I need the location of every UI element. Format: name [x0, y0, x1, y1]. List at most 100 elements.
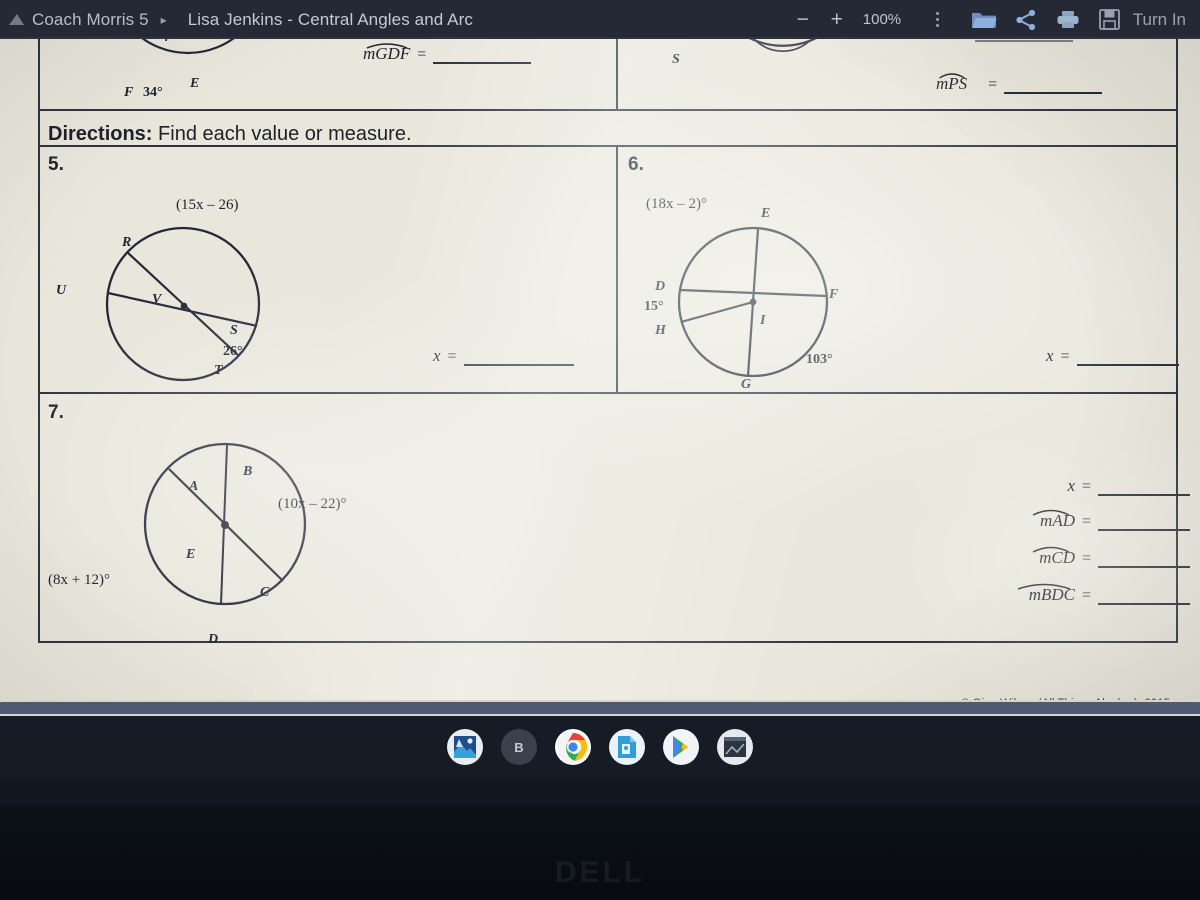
point-label-S: S: [230, 323, 238, 338]
pear-deck-icon[interactable]: [609, 729, 645, 765]
answer-label-mAD: mAD: [963, 509, 1075, 531]
folder-open-icon[interactable]: [963, 3, 1005, 37]
answer-label-mCD: mCD: [963, 546, 1075, 568]
save-icon[interactable]: [1089, 3, 1131, 37]
table-border-mid: [616, 147, 618, 392]
point-label-E: E: [761, 206, 771, 221]
answer-blank-mPS[interactable]: [1004, 80, 1103, 94]
answer-row-mCD: mCD =: [963, 546, 1191, 568]
point-label-R: R: [122, 235, 132, 250]
table-border-row3: [38, 392, 1178, 394]
point-label-V-center: V: [152, 292, 162, 307]
directions-row: Directions: Find each value or measure.: [48, 123, 412, 146]
problem-number-6: 6.: [628, 154, 644, 175]
kebab-menu-icon[interactable]: [923, 4, 953, 36]
angle-label-26: 26°: [223, 344, 243, 359]
point-label-S-top: S: [672, 52, 680, 67]
answer-row-x-problem-6: x =: [1046, 346, 1179, 366]
circle-diagram-problem-5: [105, 226, 261, 382]
turn-in-label: Turn In: [1132, 9, 1186, 29]
answer-row-mAD: mAD =: [963, 509, 1191, 531]
answer-blank-mSR[interactable]: [975, 39, 1074, 42]
arc-overbar-icon: [366, 43, 408, 49]
worksheet-sheet: F 34° E S mGDF = m SR mPS: [38, 39, 1191, 700]
equals-sign: =: [417, 45, 427, 63]
turn-in-button[interactable]: Turn In: [1133, 10, 1186, 30]
answer-label-mSR: m SR: [933, 39, 968, 42]
window-app-icon[interactable]: [717, 729, 753, 765]
answer-blank-mBDC[interactable]: [1098, 591, 1191, 605]
answer-blank-mGDF[interactable]: [433, 50, 532, 64]
answer-blank-mCD[interactable]: [1098, 554, 1191, 568]
zoom-level-label: 100%: [862, 11, 902, 28]
chevron-right-icon[interactable]: ▸: [161, 14, 167, 26]
horizontal-scrollbar-thumb[interactable]: [0, 702, 1200, 714]
horizontal-scrollbar[interactable]: [0, 700, 1200, 716]
partial-circle-top-right: [748, 39, 817, 52]
point-label-A: A: [189, 479, 199, 494]
directions-bold-label: Directions:: [48, 123, 153, 145]
bitmoji-icon[interactable]: B: [501, 729, 537, 765]
answer-row-mSR-cut: m SR: [933, 39, 1074, 42]
taskbar-shelf: B: [0, 716, 1200, 778]
bitmoji-letter: B: [514, 739, 524, 755]
equals-sign: =: [1060, 347, 1070, 365]
equals-sign: =: [447, 347, 457, 365]
answer-label-x: x: [433, 346, 441, 365]
angle-label-15: 15°: [644, 299, 664, 314]
point-label-F: F: [124, 85, 134, 100]
zoom-controls: − + 100%: [786, 4, 905, 36]
back-arrow-icon[interactable]: [0, 0, 32, 39]
zoom-in-button[interactable]: +: [820, 4, 854, 36]
chrome-icon[interactable]: [555, 729, 591, 765]
point-label-H: H: [655, 323, 666, 338]
problem-number-5: 5.: [48, 154, 64, 175]
worksheet-viewport[interactable]: F 34° E S mGDF = m SR mPS: [0, 39, 1200, 700]
table-border-mid-top: [616, 39, 618, 109]
point-label-T: T: [214, 363, 223, 378]
laptop-brand-label: DELL: [554, 856, 646, 889]
answer-blank-mAD[interactable]: [1098, 517, 1191, 531]
answer-label-x: x: [1046, 346, 1054, 365]
print-icon[interactable]: [1047, 3, 1089, 37]
app-toolbar: Coach Morris 5 ▸ Lisa Jenkins - Central …: [0, 0, 1200, 39]
answer-blank-x-problem-7[interactable]: [1098, 482, 1191, 496]
equals-sign: =: [1082, 549, 1092, 567]
photos-app-icon[interactable]: [447, 729, 483, 765]
point-label-D: D: [655, 279, 666, 294]
answer-label-mGDF: mGDF: [363, 43, 410, 64]
answer-label-mPS: mPS: [936, 73, 967, 94]
point-label-E-top: E: [190, 76, 200, 91]
expression-18x-2: (18x – 2)°: [646, 196, 707, 212]
answer-row-mGDF: mGDF =: [363, 43, 532, 64]
answer-label-mBDC: mBDC: [963, 583, 1075, 605]
share-icon[interactable]: [1005, 3, 1047, 37]
directions-text: Find each value or measure.: [158, 123, 412, 145]
answer-blank-x-problem-6[interactable]: [1076, 352, 1179, 366]
answer-blank-x-problem-5[interactable]: [463, 352, 574, 366]
point-label-E-center: E: [186, 547, 196, 562]
equals-sign: =: [1082, 477, 1092, 495]
arc-overbar-icon: [1032, 509, 1070, 516]
class-name-label: Coach Morris 5: [32, 9, 149, 29]
expression-15x-26: (15x – 26): [176, 197, 239, 213]
table-border-row1: [38, 109, 1178, 111]
expression-10x-22: (10x – 22)°: [278, 496, 347, 512]
point-label-B: B: [243, 464, 253, 479]
angle-label-34: 34°: [143, 85, 163, 100]
point-label-C: C: [260, 585, 270, 600]
laptop-screen: Coach Morris 5 ▸ Lisa Jenkins - Central …: [0, 0, 1200, 900]
play-store-icon[interactable]: [663, 729, 699, 765]
equals-sign: =: [1082, 586, 1092, 604]
problem-number-7: 7.: [48, 402, 64, 423]
expression-8x-12: (8x + 12)°: [48, 572, 110, 588]
assignment-title: Lisa Jenkins - Central Angles and Arc: [187, 9, 473, 29]
answer-label-x: x: [1067, 476, 1075, 495]
point-label-F: F: [829, 287, 839, 302]
arc-overbar-icon: [1017, 583, 1071, 590]
answer-row-mPS: mPS =: [936, 73, 1103, 94]
point-label-G: G: [741, 377, 752, 392]
zoom-out-button[interactable]: −: [786, 4, 820, 36]
answer-row-x-problem-5: x =: [433, 346, 574, 366]
arc-overbar-icon: [938, 73, 965, 79]
